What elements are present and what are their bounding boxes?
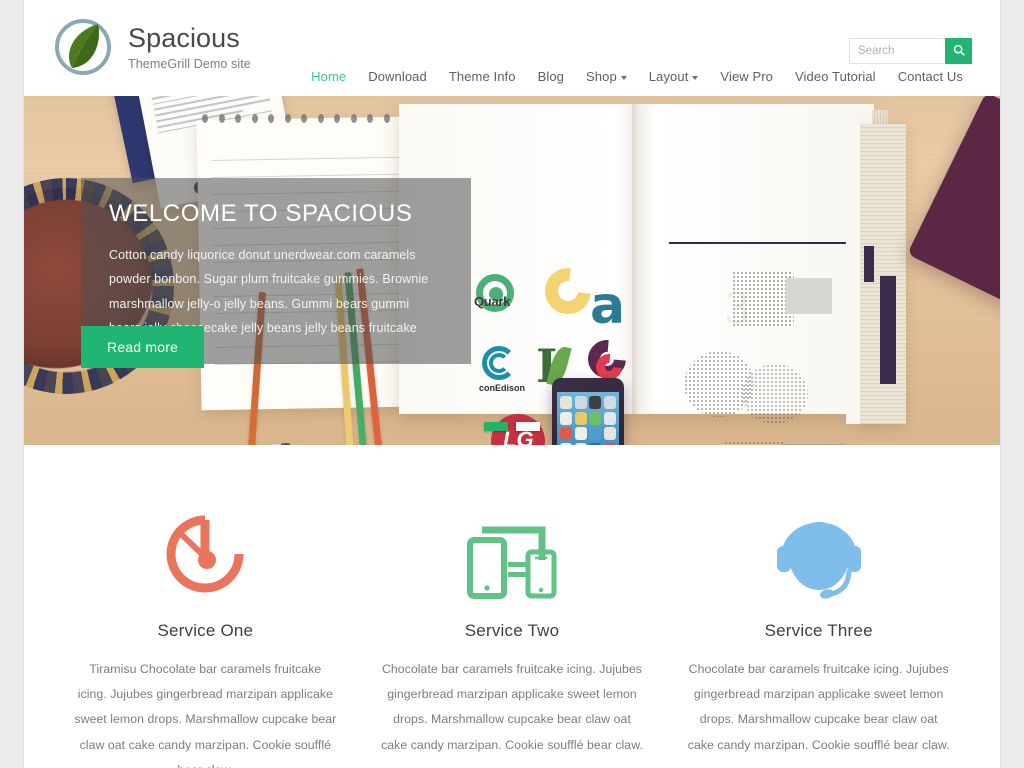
hero-slider: 3 Quark a conEdison I LG (24, 96, 1000, 445)
book-rule-line (669, 242, 847, 244)
service-text: Chocolate bar caramels fruitcake icing. … (381, 662, 643, 752)
phone-app-grid (560, 396, 616, 445)
primary-navigation[interactable]: Home Download Theme Info Blog Shop Layou… (300, 63, 974, 90)
book-strap (864, 246, 874, 282)
book-diagram-box (786, 278, 832, 314)
service-text: Chocolate bar caramels fruitcake icing. … (687, 662, 950, 752)
nav-label: Layout (648, 69, 689, 84)
site-description: ThemeGrill Demo site (128, 56, 251, 71)
service-title: Service One (157, 621, 254, 640)
phone-screen (557, 392, 619, 445)
nav-label: Video Tutorial (795, 69, 876, 84)
nav-item-blog[interactable]: Blog (527, 63, 575, 90)
book-bookmark (880, 276, 896, 384)
conedison-logo-inner (489, 353, 509, 373)
service-card-three[interactable]: Service Three Chocolate bar caramels fru… (665, 491, 972, 768)
nav-label: View Pro (720, 69, 774, 84)
blue-a-logo-icon: a (590, 276, 626, 336)
service-title: Service Three (764, 621, 873, 640)
nav-label: Download (368, 69, 427, 84)
read-more-button[interactable]: Read more (81, 326, 205, 368)
slider-pagination[interactable] (24, 422, 1000, 431)
responsive-devices-icon (381, 491, 644, 617)
search-icon (953, 44, 965, 59)
service-card-one[interactable]: Service One Tiramisu Chocolate bar caram… (52, 491, 359, 768)
nav-item-view-pro[interactable]: View Pro (709, 63, 784, 90)
chevron-down-icon (692, 75, 699, 80)
nav-item-layout[interactable]: Layout (638, 63, 710, 90)
slider-dot-1[interactable] (484, 422, 508, 431)
site-header: Spacious ThemeGrill Demo site Home Down (24, 0, 1000, 96)
halftone-cluster (732, 271, 794, 327)
headset-support-icon (687, 491, 950, 617)
halftone-cluster (742, 364, 808, 424)
nav-item-theme-info[interactable]: Theme Info (438, 63, 527, 90)
site-title: Spacious (128, 23, 240, 53)
nav-label: Theme Info (448, 69, 516, 84)
chevron-down-icon (620, 75, 627, 80)
smartphone (552, 378, 624, 445)
search-form[interactable] (849, 38, 972, 64)
quark-logo-label: Quark (474, 294, 511, 309)
conedison-logo-label: conEdison (479, 383, 526, 393)
nav-label: Blog (537, 69, 565, 84)
book-text-lines (782, 444, 844, 445)
service-card-two[interactable]: Service Two Chocolate bar caramels fruit… (359, 491, 666, 768)
search-submit-button[interactable] (945, 38, 972, 64)
nav-item-contact-us[interactable]: Contact Us (887, 63, 974, 90)
halftone-cluster (724, 441, 784, 445)
service-title: Service Two (464, 621, 560, 640)
nav-label: Contact Us (897, 69, 963, 84)
nav-item-home[interactable]: Home (300, 63, 357, 90)
nav-item-shop[interactable]: Shop (575, 63, 638, 90)
nav-item-video-tutorial[interactable]: Video Tutorial (784, 63, 887, 90)
nav-item-download[interactable]: Download (357, 63, 438, 90)
search-input[interactable] (849, 38, 945, 64)
page-container: Spacious ThemeGrill Demo site Home Down (24, 0, 1000, 768)
nav-label: Home (311, 69, 347, 84)
service-text: Tiramisu Chocolate bar caramels fruitcak… (74, 662, 337, 768)
slider-dot-2[interactable] (516, 422, 540, 431)
hero-title: WELCOME TO SPACIOUS (109, 200, 413, 227)
nav-label: Shop (586, 69, 617, 84)
stopwatch-icon (74, 491, 337, 617)
services-section: Service One Tiramisu Chocolate bar caram… (24, 445, 1000, 768)
brand-text: Spacious ThemeGrill Demo site (128, 16, 251, 71)
leaf-in-circle-logo-icon[interactable] (52, 16, 114, 78)
